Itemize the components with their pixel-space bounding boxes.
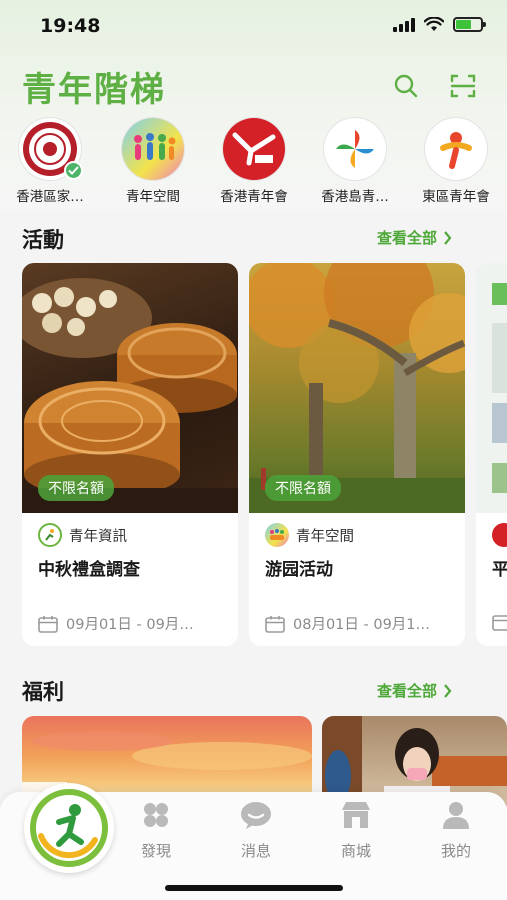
calendar-icon	[492, 615, 507, 631]
nav-label: 我的	[440, 842, 471, 860]
activity-card[interactable]: 不限名額 青年空間 游园活动 08月01日 - 09月1…	[249, 263, 465, 646]
profile-icon	[443, 802, 469, 829]
activity-source	[492, 523, 507, 547]
activity-card[interactable]: 不限名額 青年資訊 中秋禮盒調查 09月01日 - 09月…	[22, 263, 238, 646]
org-avatar	[324, 118, 386, 180]
poster-illustration	[492, 283, 507, 493]
org-avatar	[223, 118, 285, 180]
activity-image: 不限名額	[22, 263, 238, 513]
welfare-section-title: 福利	[22, 680, 64, 704]
chevron-right-icon	[444, 683, 452, 698]
cellular-signal-icon	[393, 17, 415, 32]
status-time: 19:48	[40, 15, 101, 37]
youth-space-logo-icon	[265, 523, 289, 547]
nav-item-discover[interactable]: 發現	[116, 800, 196, 861]
calendar-icon	[38, 615, 58, 633]
activity-image: 不限名額	[249, 263, 465, 513]
org-name: 香港島青…	[321, 189, 389, 205]
org-name: 東區青年會	[422, 189, 490, 205]
figure-logo-icon	[440, 132, 472, 169]
status-bar: 19:48	[0, 0, 507, 52]
activity-source: 青年資訊	[38, 523, 127, 547]
hka-logo-icon	[492, 523, 507, 547]
org-item[interactable]: 香港區家…	[0, 118, 100, 205]
verified-badge-icon	[64, 161, 83, 180]
activity-source-name: 青年空間	[296, 528, 354, 545]
search-icon[interactable]	[392, 72, 420, 100]
nav-item-shop[interactable]: 商城	[316, 800, 396, 861]
nav-label: 發現	[140, 842, 171, 860]
activity-date: 09月01日 - 09月…	[38, 613, 194, 634]
activity-date-range: 09月01日 - 09月…	[66, 617, 194, 633]
organization-list: 香港區家… 青年空間 香港青年會 香港島青… 東區青年會	[0, 118, 507, 205]
activities-see-all-link[interactable]: 查看全部	[377, 227, 452, 248]
org-avatar	[122, 118, 184, 180]
org-name: 青年空間	[126, 189, 180, 205]
org-avatar	[19, 118, 83, 180]
welfare-see-all-link[interactable]: 查看全部	[377, 680, 452, 701]
discover-icon	[144, 803, 168, 827]
nav-label: 消息	[240, 842, 271, 860]
org-item[interactable]: 東區青年會	[406, 118, 506, 205]
nav-label: 商城	[340, 842, 371, 860]
wifi-icon	[424, 17, 444, 31]
activity-date	[492, 613, 507, 631]
shop-icon	[342, 802, 370, 828]
activity-date-range: 08月01日 - 09月1…	[293, 617, 431, 633]
see-all-label: 查看全部	[377, 229, 438, 247]
activity-date: 08月01日 - 09月1…	[265, 613, 430, 634]
org-name: 香港區家…	[16, 189, 84, 205]
unlimited-quota-tag: 不限名額	[38, 475, 114, 501]
home-indicator	[165, 885, 343, 891]
org-name: 香港青年會	[220, 189, 288, 205]
activities-section-title: 活動	[22, 228, 64, 252]
status-icons	[393, 17, 486, 32]
activity-source-name: 青年資訊	[69, 528, 127, 545]
pinwheel-logo-icon	[336, 130, 374, 168]
youth-info-logo-icon	[38, 523, 62, 547]
unlimited-quota-tag: 不限名額	[265, 475, 341, 501]
org-item[interactable]: 青年空間	[103, 118, 203, 205]
activity-source: 青年空間	[265, 523, 354, 547]
see-all-label: 查看全部	[377, 682, 438, 700]
hka-logo-icon	[232, 132, 276, 166]
home-logo-icon	[30, 789, 108, 867]
activity-image	[476, 263, 507, 513]
scan-icon[interactable]	[449, 72, 477, 100]
activity-card[interactable]: 平	[476, 263, 507, 646]
message-icon	[241, 802, 271, 829]
battery-icon	[453, 17, 486, 32]
org-item[interactable]: 香港島青…	[305, 118, 405, 205]
activity-title: 中秋禮盒調查	[38, 560, 140, 580]
nav-item-messages[interactable]: 消息	[216, 800, 296, 861]
org-avatar	[425, 118, 487, 180]
home-button[interactable]	[24, 783, 114, 873]
chevron-right-icon	[444, 230, 452, 245]
nav-item-profile[interactable]: 我的	[416, 800, 496, 861]
activity-title: 平	[492, 560, 507, 580]
app-title: 青年階梯	[22, 70, 166, 110]
calendar-icon	[265, 615, 285, 633]
people-group-icon	[134, 133, 176, 160]
org-item[interactable]: 香港青年會	[204, 118, 304, 205]
activity-title: 游园活动	[265, 560, 333, 580]
